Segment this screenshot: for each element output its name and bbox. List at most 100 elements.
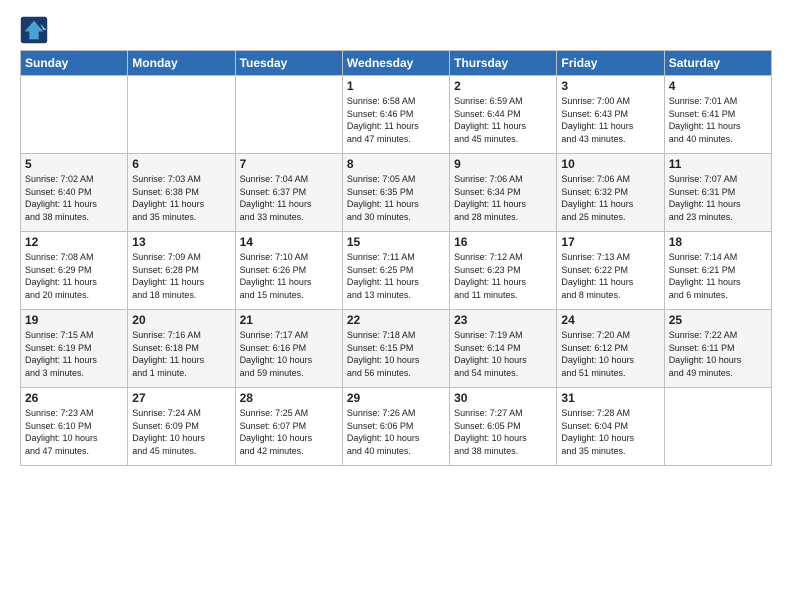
day-info-27: Sunrise: 7:24 AM Sunset: 6:09 PM Dayligh…	[132, 407, 230, 457]
day-number-17: 17	[561, 235, 659, 249]
weekday-header-sunday: Sunday	[21, 51, 128, 76]
day-cell-27: 27 Sunrise: 7:24 AM Sunset: 6:09 PM Dayli…	[128, 388, 235, 466]
empty-cell	[21, 76, 128, 154]
day-info-5: Sunrise: 7:02 AM Sunset: 6:40 PM Dayligh…	[25, 173, 123, 223]
day-info-23: Sunrise: 7:19 AM Sunset: 6:14 PM Dayligh…	[454, 329, 552, 379]
day-cell-4: 4Sunrise: 7:01 AM Sunset: 6:41 PM Daylig…	[664, 76, 771, 154]
day-info-28: Sunrise: 7:25 AM Sunset: 6:07 PM Dayligh…	[240, 407, 338, 457]
weekday-header-wednesday: Wednesday	[342, 51, 449, 76]
day-number-12: 12	[25, 235, 123, 249]
day-number-22: 22	[347, 313, 445, 327]
day-number-30: 30	[454, 391, 552, 405]
empty-cell	[664, 388, 771, 466]
day-info-22: Sunrise: 7:18 AM Sunset: 6:15 PM Dayligh…	[347, 329, 445, 379]
day-number-7: 7	[240, 157, 338, 171]
day-cell-11: 11 Sunrise: 7:07 AM Sunset: 6:31 PM Dayli…	[664, 154, 771, 232]
day-number-3: 3	[561, 79, 659, 93]
day-cell-5: 5 Sunrise: 7:02 AM Sunset: 6:40 PM Daylig…	[21, 154, 128, 232]
header	[20, 16, 772, 44]
day-number-13: 13	[132, 235, 230, 249]
week-row-4: 19 Sunrise: 7:15 AM Sunset: 6:19 PM Dayli…	[21, 310, 772, 388]
day-info-9: Sunrise: 7:06 AM Sunset: 6:34 PM Dayligh…	[454, 173, 552, 223]
day-cell-23: 23 Sunrise: 7:19 AM Sunset: 6:14 PM Dayli…	[450, 310, 557, 388]
day-info-11: Sunrise: 7:07 AM Sunset: 6:31 PM Dayligh…	[669, 173, 767, 223]
day-info-31: Sunrise: 7:28 AM Sunset: 6:04 PM Dayligh…	[561, 407, 659, 457]
day-info-15: Sunrise: 7:11 AM Sunset: 6:25 PM Dayligh…	[347, 251, 445, 301]
day-info-29: Sunrise: 7:26 AM Sunset: 6:06 PM Dayligh…	[347, 407, 445, 457]
day-number-19: 19	[25, 313, 123, 327]
day-cell-7: 7 Sunrise: 7:04 AM Sunset: 6:37 PM Daylig…	[235, 154, 342, 232]
weekday-header-friday: Friday	[557, 51, 664, 76]
day-info-19: Sunrise: 7:15 AM Sunset: 6:19 PM Dayligh…	[25, 329, 123, 379]
day-info-16: Sunrise: 7:12 AM Sunset: 6:23 PM Dayligh…	[454, 251, 552, 301]
calendar-table: SundayMondayTuesdayWednesdayThursdayFrid…	[20, 50, 772, 466]
day-number-1: 1	[347, 79, 445, 93]
day-number-16: 16	[454, 235, 552, 249]
day-cell-28: 28Sunrise: 7:25 AM Sunset: 6:07 PM Dayli…	[235, 388, 342, 466]
logo	[20, 16, 52, 44]
week-row-3: 12 Sunrise: 7:08 AM Sunset: 6:29 PM Dayli…	[21, 232, 772, 310]
logo-icon	[20, 16, 48, 44]
day-number-14: 14	[240, 235, 338, 249]
day-cell-20: 20 Sunrise: 7:16 AM Sunset: 6:18 PM Dayli…	[128, 310, 235, 388]
weekday-header-monday: Monday	[128, 51, 235, 76]
day-number-11: 11	[669, 157, 767, 171]
day-number-23: 23	[454, 313, 552, 327]
week-row-1: 1 Sunrise: 6:58 AM Sunset: 6:46 PM Daylig…	[21, 76, 772, 154]
day-info-24: Sunrise: 7:20 AM Sunset: 6:12 PM Dayligh…	[561, 329, 659, 379]
day-info-6: Sunrise: 7:03 AM Sunset: 6:38 PM Dayligh…	[132, 173, 230, 223]
day-number-5: 5	[25, 157, 123, 171]
day-cell-22: 22 Sunrise: 7:18 AM Sunset: 6:15 PM Dayli…	[342, 310, 449, 388]
day-number-31: 31	[561, 391, 659, 405]
day-cell-21: 21 Sunrise: 7:17 AM Sunset: 6:16 PM Dayli…	[235, 310, 342, 388]
weekday-header-tuesday: Tuesday	[235, 51, 342, 76]
day-cell-6: 6 Sunrise: 7:03 AM Sunset: 6:38 PM Daylig…	[128, 154, 235, 232]
day-number-18: 18	[669, 235, 767, 249]
weekday-header-row: SundayMondayTuesdayWednesdayThursdayFrid…	[21, 51, 772, 76]
empty-cell	[128, 76, 235, 154]
day-cell-12: 12 Sunrise: 7:08 AM Sunset: 6:29 PM Dayli…	[21, 232, 128, 310]
day-number-20: 20	[132, 313, 230, 327]
day-cell-30: 30 Sunrise: 7:27 AM Sunset: 6:05 PM Dayli…	[450, 388, 557, 466]
empty-cell	[235, 76, 342, 154]
day-cell-26: 26 Sunrise: 7:23 AM Sunset: 6:10 PM Dayli…	[21, 388, 128, 466]
day-info-20: Sunrise: 7:16 AM Sunset: 6:18 PM Dayligh…	[132, 329, 230, 379]
day-info-7: Sunrise: 7:04 AM Sunset: 6:37 PM Dayligh…	[240, 173, 338, 223]
week-row-5: 26 Sunrise: 7:23 AM Sunset: 6:10 PM Dayli…	[21, 388, 772, 466]
day-cell-17: 17Sunrise: 7:13 AM Sunset: 6:22 PM Dayli…	[557, 232, 664, 310]
day-number-8: 8	[347, 157, 445, 171]
day-number-21: 21	[240, 313, 338, 327]
day-number-6: 6	[132, 157, 230, 171]
day-cell-3: 3Sunrise: 7:00 AM Sunset: 6:43 PM Daylig…	[557, 76, 664, 154]
day-info-14: Sunrise: 7:10 AM Sunset: 6:26 PM Dayligh…	[240, 251, 338, 301]
day-number-26: 26	[25, 391, 123, 405]
day-info-18: Sunrise: 7:14 AM Sunset: 6:21 PM Dayligh…	[669, 251, 767, 301]
day-cell-29: 29 Sunrise: 7:26 AM Sunset: 6:06 PM Dayli…	[342, 388, 449, 466]
day-number-9: 9	[454, 157, 552, 171]
day-info-2: Sunrise: 6:59 AM Sunset: 6:44 PM Dayligh…	[454, 95, 552, 145]
day-cell-25: 25 Sunrise: 7:22 AM Sunset: 6:11 PM Dayli…	[664, 310, 771, 388]
day-cell-8: 8 Sunrise: 7:05 AM Sunset: 6:35 PM Daylig…	[342, 154, 449, 232]
day-number-27: 27	[132, 391, 230, 405]
weekday-header-thursday: Thursday	[450, 51, 557, 76]
day-info-8: Sunrise: 7:05 AM Sunset: 6:35 PM Dayligh…	[347, 173, 445, 223]
day-cell-10: 10Sunrise: 7:06 AM Sunset: 6:32 PM Dayli…	[557, 154, 664, 232]
day-number-4: 4	[669, 79, 767, 93]
day-info-21: Sunrise: 7:17 AM Sunset: 6:16 PM Dayligh…	[240, 329, 338, 379]
day-number-15: 15	[347, 235, 445, 249]
day-info-30: Sunrise: 7:27 AM Sunset: 6:05 PM Dayligh…	[454, 407, 552, 457]
day-cell-1: 1 Sunrise: 6:58 AM Sunset: 6:46 PM Daylig…	[342, 76, 449, 154]
day-number-24: 24	[561, 313, 659, 327]
day-number-25: 25	[669, 313, 767, 327]
day-cell-14: 14 Sunrise: 7:10 AM Sunset: 6:26 PM Dayli…	[235, 232, 342, 310]
day-info-12: Sunrise: 7:08 AM Sunset: 6:29 PM Dayligh…	[25, 251, 123, 301]
day-info-25: Sunrise: 7:22 AM Sunset: 6:11 PM Dayligh…	[669, 329, 767, 379]
day-info-10: Sunrise: 7:06 AM Sunset: 6:32 PM Dayligh…	[561, 173, 659, 223]
page-container: SundayMondayTuesdayWednesdayThursdayFrid…	[0, 0, 792, 476]
day-info-26: Sunrise: 7:23 AM Sunset: 6:10 PM Dayligh…	[25, 407, 123, 457]
day-info-1: Sunrise: 6:58 AM Sunset: 6:46 PM Dayligh…	[347, 95, 445, 145]
day-cell-9: 9 Sunrise: 7:06 AM Sunset: 6:34 PM Daylig…	[450, 154, 557, 232]
day-cell-15: 15 Sunrise: 7:11 AM Sunset: 6:25 PM Dayli…	[342, 232, 449, 310]
day-number-2: 2	[454, 79, 552, 93]
day-number-29: 29	[347, 391, 445, 405]
